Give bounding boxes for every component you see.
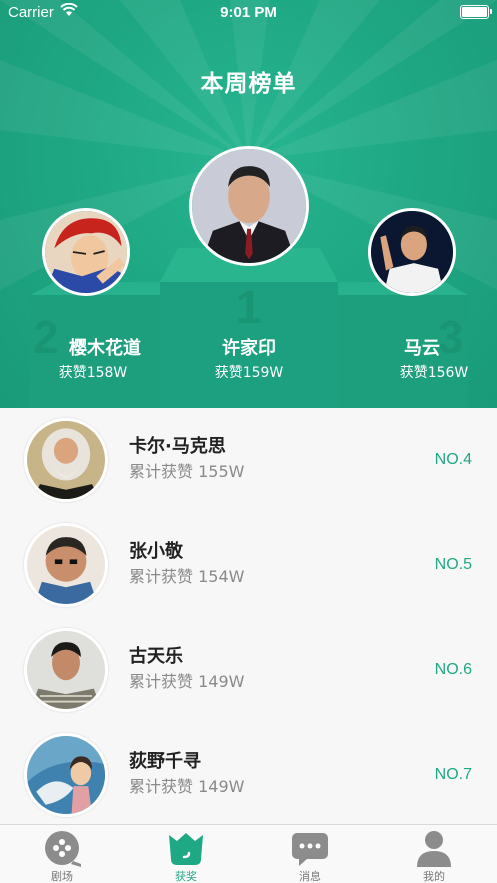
rank-digit-1: 1 <box>236 281 262 333</box>
list-item-name: 古天乐 <box>129 646 183 667</box>
list-item-rank: NO.6 <box>434 661 472 678</box>
status-bar: Carrier 9:01 PM <box>0 0 497 26</box>
avatar <box>24 418 108 502</box>
likes-value: 149W <box>198 777 245 796</box>
list-item-rank: NO.7 <box>434 766 472 783</box>
weekly-ranking-header: Carrier 9:01 PM 本周榜单 2 1 3 樱木花道 获赞158W 许… <box>0 0 497 408</box>
tab-label: 获奖 <box>175 870 197 883</box>
clock: 9:01 PM <box>220 4 277 21</box>
tab-messages[interactable]: 消息 <box>248 825 372 883</box>
likes-value: 155W <box>198 462 245 481</box>
list-item-likes: 累计获赞 149W <box>129 668 244 692</box>
list-item-likes: 累计获赞 149W <box>129 773 244 797</box>
likes-label: 累计获赞 <box>129 777 194 796</box>
tab-bar: 剧场 获奖 消息 我的 <box>0 824 497 883</box>
list-item-name: 卡尔·马克思 <box>129 436 226 457</box>
tab-label: 剧场 <box>51 870 73 883</box>
winner-name-rank-3: 马云 <box>404 338 440 359</box>
avatar <box>24 523 108 607</box>
list-item-rank: NO.5 <box>434 556 472 573</box>
likes-label: 累计获赞 <box>129 672 194 691</box>
message-icon <box>292 833 328 866</box>
tab-theater[interactable]: 剧场 <box>0 825 124 883</box>
avatar <box>24 733 108 817</box>
tab-label: 我的 <box>423 870 445 883</box>
avatar-rank-2[interactable] <box>42 208 130 296</box>
likes-value: 149W <box>198 672 245 691</box>
list-item-likes: 累计获赞 155W <box>129 458 244 482</box>
avatar-rank-1[interactable] <box>189 146 309 266</box>
list-item[interactable]: 荻野千寻 累计获赞 149W NO.7 <box>0 723 497 828</box>
battery-icon <box>460 5 492 19</box>
winner-name-rank-1: 许家印 <box>222 338 276 359</box>
winner-likes-rank-3: 获赞156W <box>399 365 469 381</box>
list-item[interactable]: 张小敬 累计获赞 154W NO.5 <box>0 513 497 618</box>
page-title: 本周榜单 <box>200 71 297 97</box>
list-item[interactable]: 古天乐 累计获赞 149W NO.6 <box>0 618 497 723</box>
likes-label: 累计获赞 <box>129 567 194 586</box>
tab-award[interactable]: 获奖 <box>124 825 248 883</box>
likes-value: 154W <box>198 567 245 586</box>
winner-likes-rank-2: 获赞158W <box>58 365 128 381</box>
likes-label: 累计获赞 <box>129 462 194 481</box>
avatar-rank-3[interactable] <box>368 208 456 296</box>
winner-likes-rank-1: 获赞159W <box>214 365 284 381</box>
tab-label: 消息 <box>299 870 321 883</box>
winner-name-rank-2: 樱木花道 <box>69 338 141 359</box>
theater-icon <box>45 831 81 867</box>
award-icon <box>169 833 203 865</box>
list-item[interactable]: 卡尔·马克思 累计获赞 155W NO.4 <box>0 408 497 513</box>
list-item-name: 张小敬 <box>129 541 183 562</box>
list-item-name: 荻野千寻 <box>129 751 201 772</box>
tab-profile[interactable]: 我的 <box>372 825 496 883</box>
list-item-rank: NO.4 <box>434 451 472 468</box>
ranking-list: 卡尔·马克思 累计获赞 155W NO.4 张小敬 累计获赞 154W NO.5 <box>0 408 497 824</box>
list-item-likes: 累计获赞 154W <box>129 563 244 587</box>
profile-icon <box>417 831 451 867</box>
avatar <box>24 628 108 712</box>
